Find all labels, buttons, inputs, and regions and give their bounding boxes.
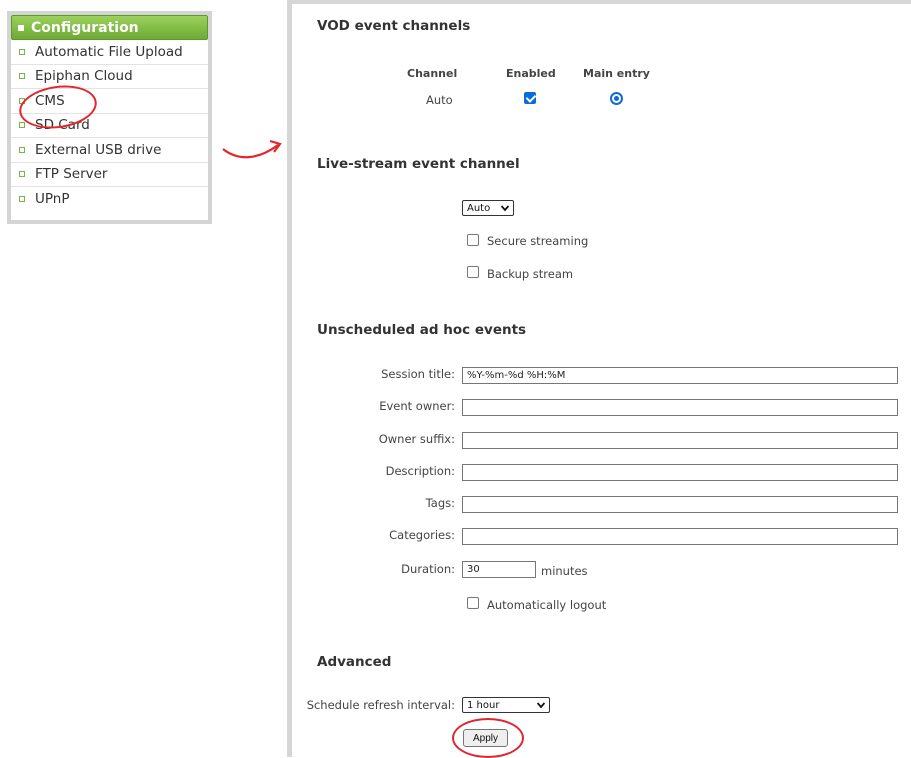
categories-label: Categories: <box>389 528 455 542</box>
owner-suffix-label: Owner suffix: <box>378 432 455 446</box>
sidebar-item-label: Epiphan Cloud <box>35 68 133 85</box>
adhoc-section-title: Unscheduled ad hoc events <box>317 322 527 338</box>
event-owner-label: Event owner: <box>379 399 455 413</box>
secure-streaming-label: Secure streaming <box>487 234 589 248</box>
duration-unit: minutes <box>541 564 588 578</box>
sidebar-item-label: CMS <box>35 92 65 109</box>
event-owner-input[interactable] <box>462 399 898 416</box>
sidebar-menu: Configuration Automatic File Upload Epip… <box>11 15 208 220</box>
session-title-value: %Y-%m-%d %H:%M <box>467 370 566 381</box>
duration-input[interactable]: 30 <box>462 561 536 578</box>
session-title-input[interactable]: %Y-%m-%d %H:%M <box>462 367 898 384</box>
sidebar-item-label: FTP Server <box>35 166 108 183</box>
sidebar-item-sd-card[interactable]: SD Card <box>11 114 208 138</box>
tags-input[interactable] <box>462 496 898 513</box>
vod-enabled-checkbox[interactable] <box>524 92 536 104</box>
square-bullet-icon <box>19 73 25 80</box>
refresh-interval-value: 1 hour <box>467 699 500 711</box>
duration-label: Duration: <box>401 562 455 576</box>
sidebar-item-label: UPnP <box>35 191 70 208</box>
apply-button[interactable]: Apply <box>463 729 508 747</box>
channel-column-header: Channel <box>407 67 458 80</box>
sidebar-item-cms[interactable]: CMS <box>11 89 208 114</box>
sidebar-item-label: External USB drive <box>35 141 162 158</box>
chevron-down-icon <box>501 205 509 212</box>
enabled-column-header: Enabled <box>506 67 556 80</box>
refresh-interval-select[interactable]: 1 hour <box>462 697 550 713</box>
sidebar: Configuration Automatic File Upload Epip… <box>7 11 212 224</box>
auto-logout-checkbox[interactable] <box>467 597 479 609</box>
curved-arrow-icon <box>222 139 282 159</box>
square-bullet-icon <box>18 24 24 31</box>
description-label: Description: <box>385 464 455 478</box>
categories-input[interactable] <box>462 528 898 545</box>
sidebar-item-upnp[interactable]: UPnP <box>11 187 208 212</box>
chevron-down-icon <box>537 702 545 709</box>
description-input[interactable] <box>462 464 898 481</box>
tags-label: Tags: <box>425 496 455 510</box>
vod-channel-name: Auto <box>426 93 453 107</box>
sidebar-item-epiphan-cloud[interactable]: Epiphan Cloud <box>11 65 208 89</box>
backup-stream-checkbox[interactable] <box>467 266 479 278</box>
session-title-label: Session title: <box>381 367 455 381</box>
duration-value: 30 <box>467 564 480 575</box>
vod-main-entry-radio[interactable] <box>610 92 623 105</box>
vod-section-title: VOD event channels <box>317 18 471 34</box>
refresh-interval-label: Schedule refresh interval: <box>306 698 455 712</box>
sidebar-item-label: SD Card <box>35 117 90 134</box>
sidebar-item-automatic-file-upload[interactable]: Automatic File Upload <box>11 40 208 65</box>
live-channel-select[interactable]: Auto <box>462 200 514 216</box>
square-bullet-icon <box>19 171 25 178</box>
sidebar-header-label: Configuration <box>31 19 139 36</box>
advanced-section-title: Advanced <box>317 654 392 670</box>
square-bullet-icon <box>19 48 25 55</box>
sidebar-item-label: Automatic File Upload <box>35 43 183 60</box>
sidebar-item-ftp-server[interactable]: FTP Server <box>11 163 208 187</box>
square-bullet-icon <box>19 122 25 129</box>
backup-stream-label: Backup stream <box>487 267 574 281</box>
square-bullet-icon <box>19 196 25 203</box>
square-bullet-icon <box>19 97 25 104</box>
main-entry-column-header: Main entry <box>583 67 650 80</box>
sidebar-item-external-usb-drive[interactable]: External USB drive <box>11 138 208 163</box>
auto-logout-label: Automatically logout <box>487 598 607 612</box>
square-bullet-icon <box>19 146 25 153</box>
sidebar-header[interactable]: Configuration <box>11 15 208 40</box>
live-section-title: Live-stream event channel <box>317 156 520 172</box>
live-channel-select-value: Auto <box>467 202 491 214</box>
owner-suffix-input[interactable] <box>462 432 898 449</box>
secure-streaming-checkbox[interactable] <box>467 234 479 246</box>
